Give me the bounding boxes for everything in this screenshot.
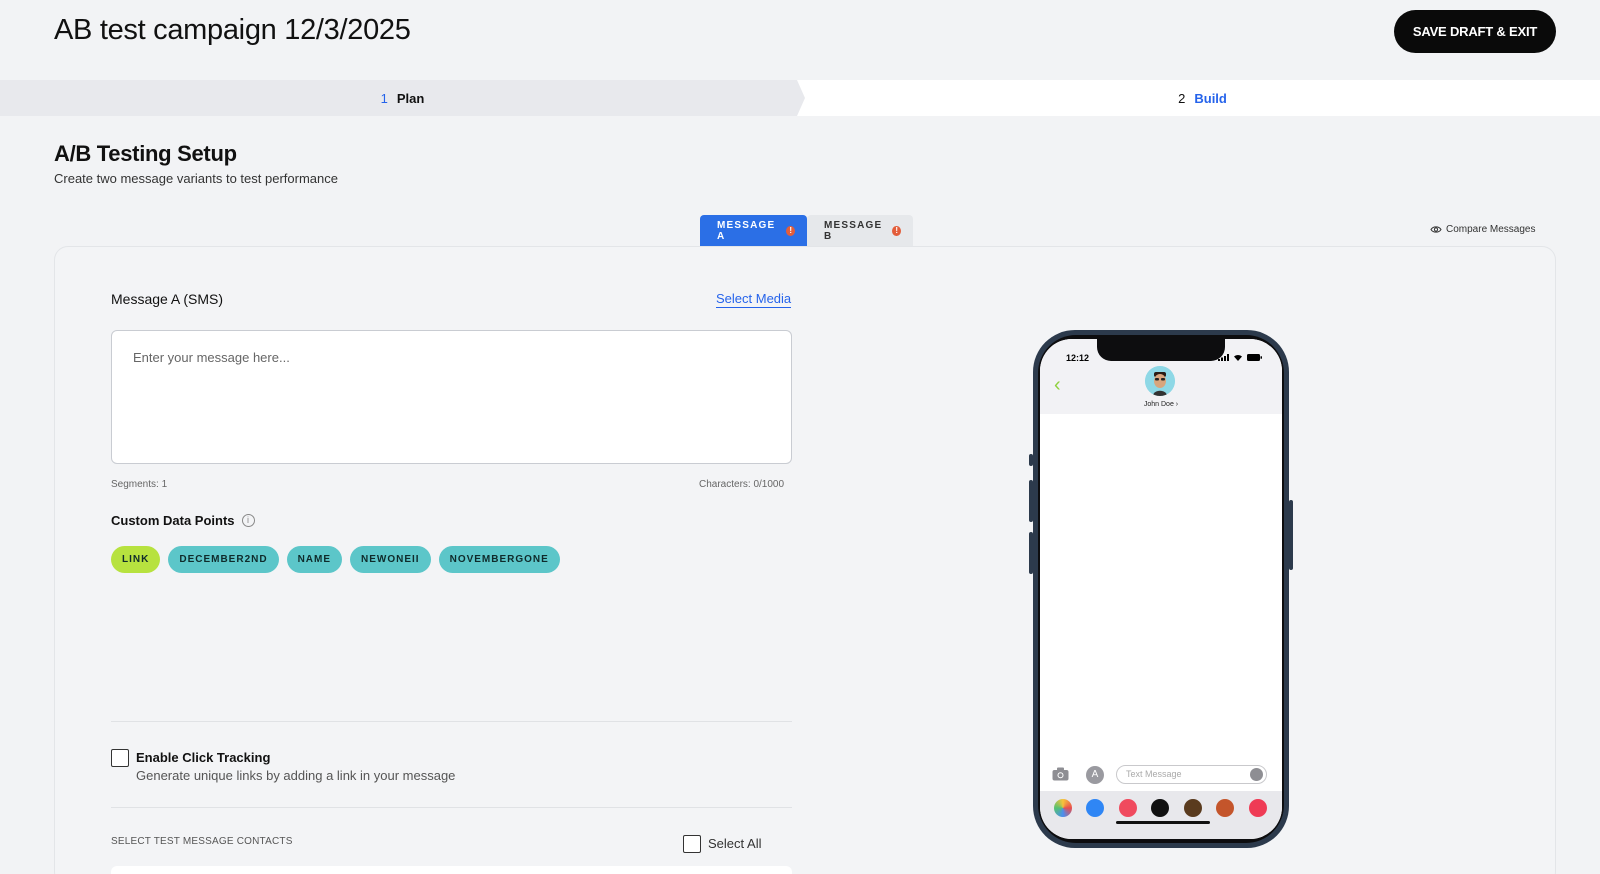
text-message-placeholder: Text Message (1126, 769, 1182, 779)
battery-icon (1247, 354, 1262, 361)
status-icons (1218, 354, 1262, 361)
custom-data-points-text: Custom Data Points (111, 513, 235, 528)
phone-preview: 12:12 ‹ John Doe › A Text Message (1029, 330, 1293, 848)
tab-message-a[interactable]: MESSAGE A ! (700, 215, 807, 246)
chip-newoneii[interactable]: NEWONEII (350, 546, 431, 573)
camera-icon[interactable] (1052, 767, 1069, 781)
contacts-list (111, 866, 792, 874)
phone-side-button (1289, 500, 1293, 570)
app-store-icon[interactable]: A (1086, 766, 1104, 784)
section-subtitle: Create two message variants to test perf… (54, 171, 338, 186)
eye-icon (1430, 226, 1442, 233)
step-number: 2 (1178, 90, 1186, 106)
tv-app-icon[interactable] (1151, 799, 1169, 817)
app-tray (1040, 791, 1282, 839)
click-tracking-label: Enable Click Tracking (136, 750, 271, 765)
info-icon[interactable]: i (241, 514, 255, 527)
chip-december2nd[interactable]: DECEMBER2ND (168, 546, 279, 573)
chip-link[interactable]: LINK (111, 546, 161, 573)
alert-icon: ! (786, 225, 795, 236)
compose-bar: A Text Message (1040, 759, 1282, 791)
compare-messages-link[interactable]: Compare Messages (1430, 224, 1535, 235)
step-build[interactable]: 2 Build (805, 80, 1600, 116)
step-label: Plan (396, 90, 425, 106)
alert-icon: ! (892, 225, 901, 236)
click-tracking-checkbox[interactable] (111, 749, 129, 767)
search-app-icon[interactable] (1249, 799, 1267, 817)
message-label: Message A (SMS) (111, 291, 224, 307)
music-app-icon[interactable] (1119, 799, 1137, 817)
divider (111, 721, 792, 722)
click-tracking-description: Generate unique links by adding a link i… (136, 768, 456, 783)
memoji-app-icon[interactable] (1184, 799, 1202, 817)
step-label: Build (1194, 90, 1227, 106)
photos-app-icon[interactable] (1054, 799, 1072, 817)
section-title: A/B Testing Setup (54, 141, 237, 166)
characters-count: Characters: 0/1000 (699, 479, 785, 490)
select-all-label: Select All (708, 836, 762, 851)
animoji-app-icon[interactable] (1216, 799, 1234, 817)
phone-screen: 12:12 ‹ John Doe › A Text Message (1040, 339, 1282, 839)
tab-message-b[interactable]: MESSAGE B ! (807, 215, 913, 246)
status-time: 12:12 (1066, 353, 1090, 363)
message-textarea[interactable] (111, 330, 792, 464)
custom-data-points-label: Custom Data Points i (111, 513, 255, 528)
mic-icon[interactable] (1250, 768, 1263, 781)
select-media-link[interactable]: Select Media (716, 291, 792, 308)
signal-icon (1218, 354, 1229, 361)
tab-label: MESSAGE B (824, 219, 883, 242)
appstore-app-icon[interactable] (1086, 799, 1104, 817)
phone-notch (1097, 339, 1225, 361)
back-chevron-icon[interactable]: ‹ (1054, 375, 1061, 395)
step-number: 1 (380, 90, 388, 106)
avatar (1145, 366, 1175, 396)
stepper: 1 Plan 2 Build (0, 80, 1600, 116)
home-indicator (1116, 821, 1210, 824)
chip-name[interactable]: NAME (286, 546, 343, 573)
data-point-chips: LINK DECEMBER2ND NAME NEWONEII NOVEMBERG… (111, 546, 560, 573)
chip-novembergone[interactable]: NOVEMBERGONE (438, 546, 560, 573)
test-contacts-label: SELECT TEST MESSAGE CONTACTS (111, 836, 293, 847)
segments-count: Segments: 1 (111, 479, 168, 490)
wifi-icon (1234, 354, 1242, 361)
compare-label: Compare Messages (1446, 224, 1536, 235)
message-tabs: MESSAGE A ! MESSAGE B ! (700, 215, 913, 246)
campaign-title: AB test campaign 12/3/2025 (54, 14, 411, 46)
save-draft-exit-button[interactable]: SAVE DRAFT & EXIT (1394, 10, 1556, 53)
select-all-checkbox[interactable] (683, 835, 701, 853)
divider (111, 807, 792, 808)
contact-name: John Doe › (1143, 401, 1179, 408)
tab-label: MESSAGE A (717, 219, 776, 242)
text-message-field[interactable]: Text Message (1116, 765, 1267, 784)
step-plan[interactable]: 1 Plan (0, 80, 805, 116)
